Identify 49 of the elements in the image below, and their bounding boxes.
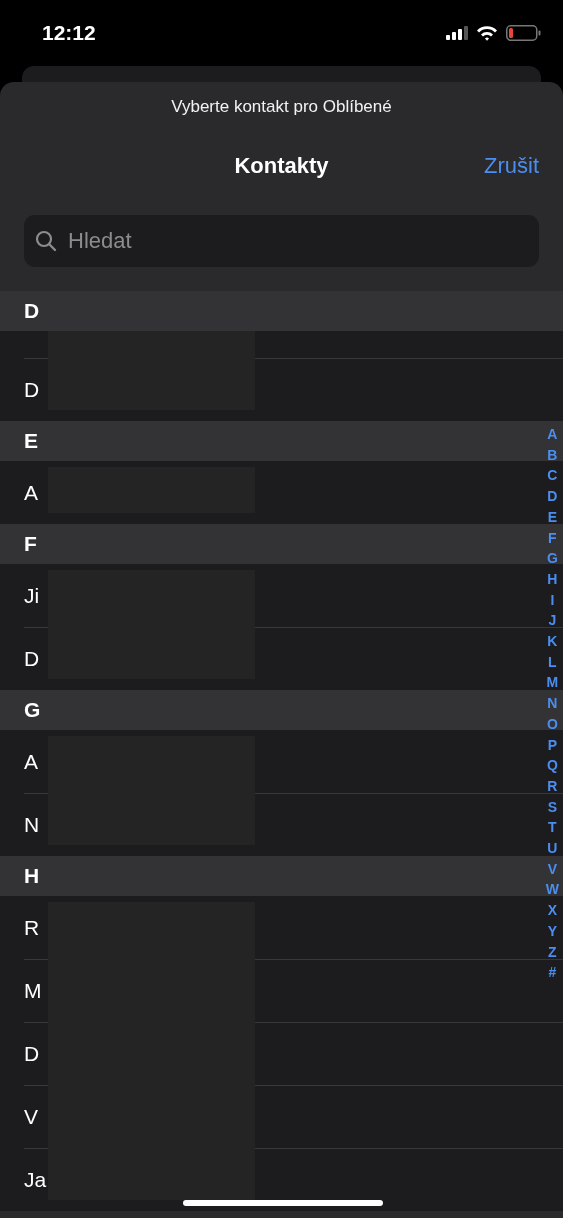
index-letter[interactable]: O: [546, 713, 558, 735]
search-bar[interactable]: Hledat: [24, 215, 539, 267]
index-letter[interactable]: N: [547, 693, 558, 714]
index-letter[interactable]: A: [547, 424, 558, 445]
contact-name[interactable]: R: [24, 915, 40, 940]
index-letter[interactable]: K: [547, 631, 558, 652]
index-letter[interactable]: M: [546, 672, 559, 694]
index-letter[interactable]: F: [548, 527, 557, 549]
contact-name[interactable]: A: [24, 480, 38, 505]
contact-name[interactable]: D: [24, 1042, 40, 1066]
index-letter[interactable]: #: [548, 962, 557, 983]
section-header: D: [0, 291, 563, 331]
sheet-prompt: Vyberte kontakt pro Oblíbené: [170, 96, 393, 118]
index-letter[interactable]: J: [548, 610, 557, 632]
index-letter[interactable]: Y: [547, 920, 558, 942]
index-letter[interactable]: W: [545, 879, 559, 901]
contact-name[interactable]: D: [24, 647, 40, 671]
search-icon: [34, 229, 58, 253]
status-time: 12:12: [42, 21, 96, 45]
index-letter[interactable]: H: [547, 568, 558, 590]
index-letter[interactable]: V: [547, 858, 558, 880]
index-letter[interactable]: X: [547, 900, 558, 921]
index-letter[interactable]: I: [550, 589, 555, 611]
index-letter[interactable]: Z: [548, 941, 557, 963]
index-letter[interactable]: D: [547, 486, 558, 507]
cancel-button[interactable]: Zrušit: [484, 153, 539, 179]
sheet-title: Kontakty: [234, 153, 329, 179]
index-letter[interactable]: U: [547, 838, 558, 859]
battery-icon: [506, 25, 541, 41]
index-letter[interactable]: S: [547, 796, 558, 818]
index-letter[interactable]: R: [547, 775, 558, 797]
index-letter[interactable]: C: [547, 465, 558, 487]
index-letter[interactable]: B: [547, 444, 558, 466]
index-letter[interactable]: P: [547, 734, 558, 756]
search-field[interactable]: Hledat: [66, 227, 529, 255]
index-letter[interactable]: T: [548, 817, 557, 839]
contact-name[interactable]: D: [24, 378, 40, 402]
contact-name[interactable]: M: [24, 979, 42, 1003]
index-letter[interactable]: G: [546, 548, 558, 569]
contact-name[interactable]: Ji: [24, 583, 40, 608]
wifi-icon: [476, 25, 498, 41]
index-letter[interactable]: E: [547, 506, 558, 528]
contact-name[interactable]: A: [24, 749, 38, 774]
contact-name[interactable]: N: [24, 813, 40, 837]
contact-name[interactable]: Ja: [24, 1168, 47, 1192]
contact-name[interactable]: V: [24, 1105, 38, 1129]
signal-icon: [446, 26, 468, 40]
index-letter[interactable]: L: [548, 651, 557, 673]
index-letter[interactable]: Q: [546, 755, 558, 776]
